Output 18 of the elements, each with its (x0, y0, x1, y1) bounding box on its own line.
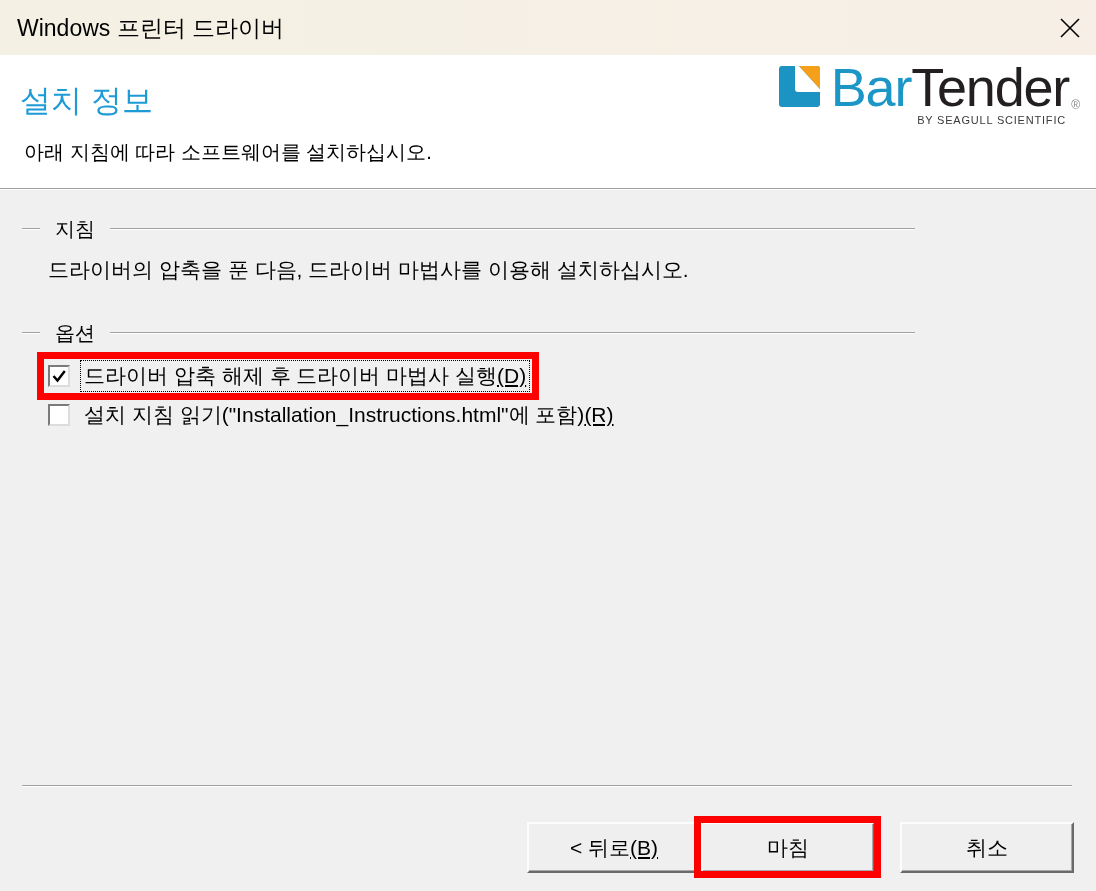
checkbox[interactable] (48, 404, 70, 426)
dialog-button[interactable]: 마침 (701, 822, 875, 873)
checkbox-label[interactable]: 설치 지침 읽기("Installation_Instructions.html"에 포함)(R) (80, 399, 618, 431)
checkbox-label[interactable]: 드라이버 압축 해제 후 드라이버 마법사 실행(D) (80, 360, 531, 392)
close-icon (1060, 17, 1080, 38)
group-title: 지침 (55, 217, 95, 241)
page-subtitle: 아래 지침에 따라 소프트웨어를 설치하십시오. (24, 140, 433, 164)
checkbox[interactable] (48, 365, 70, 387)
page-title: 설치 정보 (20, 82, 154, 119)
logo-wordmark: BarTender (830, 65, 1070, 109)
logo-icon (778, 66, 820, 107)
group-title: 옵션 (55, 321, 95, 345)
window-title: Windows 프린터 드라이버 (17, 13, 286, 42)
logo-tagline: BY SEAGULL SCIENTIFIC (917, 114, 1066, 127)
checkmark-icon (52, 369, 66, 383)
registered-mark: ® (1071, 99, 1080, 111)
instruction-text: 드라이버의 압축을 푼 다음, 드라이버 마법사를 이용해 설치하십시오. (48, 258, 690, 282)
dialog-button[interactable]: 취소 (900, 822, 1074, 873)
